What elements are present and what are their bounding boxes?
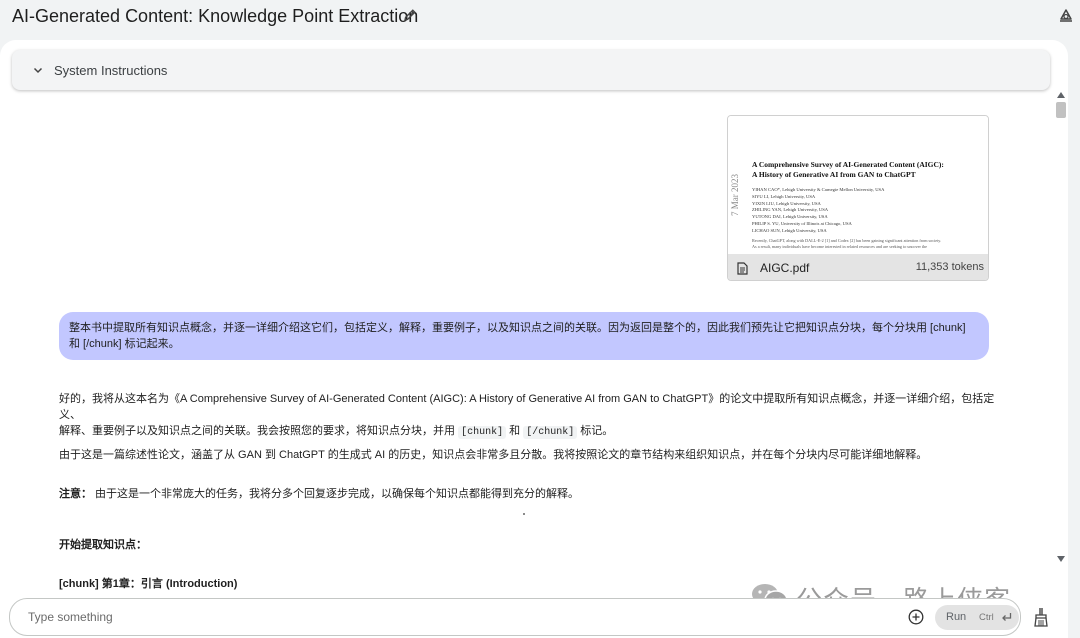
preview-title-line1: A Comprehensive Survey of AI-Generated C… bbox=[752, 160, 944, 169]
scroll-up-arrow[interactable] bbox=[1057, 92, 1065, 98]
page-title: AI-Generated Content: Knowledge Point Ex… bbox=[12, 6, 419, 26]
inline-code-end-chunk: [/chunk] bbox=[523, 426, 578, 439]
start-heading: 开始提取知识点： bbox=[59, 539, 147, 551]
preview-abstract: Recently, ChatGPT, along with DALL-E-2 [… bbox=[752, 238, 942, 249]
file-name: AIGC.pdf bbox=[760, 261, 810, 275]
prompt-input[interactable] bbox=[28, 610, 888, 624]
inline-code-chunk: [chunk] bbox=[458, 426, 507, 439]
file-token-count: 11,353 tokens bbox=[915, 261, 984, 273]
separator-dot bbox=[523, 513, 525, 515]
composer: Run Ctrl bbox=[9, 598, 1021, 636]
pencil-icon[interactable] bbox=[402, 7, 418, 23]
run-label: Run bbox=[946, 611, 967, 623]
run-shortcut: Ctrl bbox=[979, 612, 994, 623]
system-instructions-toggle[interactable]: System Instructions bbox=[12, 50, 1050, 90]
top-bar: AI-Generated Content: Knowledge Point Ex… bbox=[0, 0, 1080, 38]
broom-icon[interactable] bbox=[1032, 607, 1050, 627]
document-icon bbox=[737, 262, 748, 275]
file-footer: AIGC.pdf 11,353 tokens bbox=[728, 254, 988, 280]
preview-authors: YIHAN CAO*, Lehigh University & Carnegie… bbox=[752, 187, 885, 233]
run-button[interactable]: Run Ctrl bbox=[935, 605, 1019, 630]
compare-icon[interactable] bbox=[1057, 6, 1075, 24]
file-attachment-card[interactable]: A Comprehensive Survey of AI-Generated C… bbox=[727, 115, 989, 281]
system-instructions-label: System Instructions bbox=[54, 63, 168, 78]
response-note: 注意： 由于这是一个非常庞大的任务，我将分多个回复逐步完成，以确保每个知识点都能… bbox=[59, 488, 580, 500]
scroll-down-arrow[interactable] bbox=[1057, 556, 1065, 562]
response-paragraph-2: 由于这是一篇综述性论文，涵盖了从 GAN 到 ChatGPT 的生成式 AI 的… bbox=[59, 449, 928, 461]
enter-key-icon bbox=[1002, 613, 1012, 621]
pdf-preview: A Comprehensive Survey of AI-Generated C… bbox=[728, 116, 988, 254]
response-paragraph-1: 好的，我将从这本名为《A Comprehensive Survey of AI-… bbox=[59, 393, 995, 439]
add-circle-icon[interactable] bbox=[908, 609, 924, 625]
preview-title-line2: A History of Generative AI from GAN to C… bbox=[752, 170, 916, 179]
scroll-thumb[interactable] bbox=[1056, 102, 1066, 118]
chevron-down-icon bbox=[33, 67, 43, 74]
note-label: 注意： bbox=[59, 488, 92, 500]
chat-scrollbar[interactable] bbox=[1054, 90, 1068, 590]
preview-date: 7 Mar 2023 bbox=[730, 174, 740, 216]
user-message: 整本书中提取所有知识点概念，并逐一详细介绍这它们，包括定义，解释，重要例子，以及… bbox=[59, 312, 989, 360]
